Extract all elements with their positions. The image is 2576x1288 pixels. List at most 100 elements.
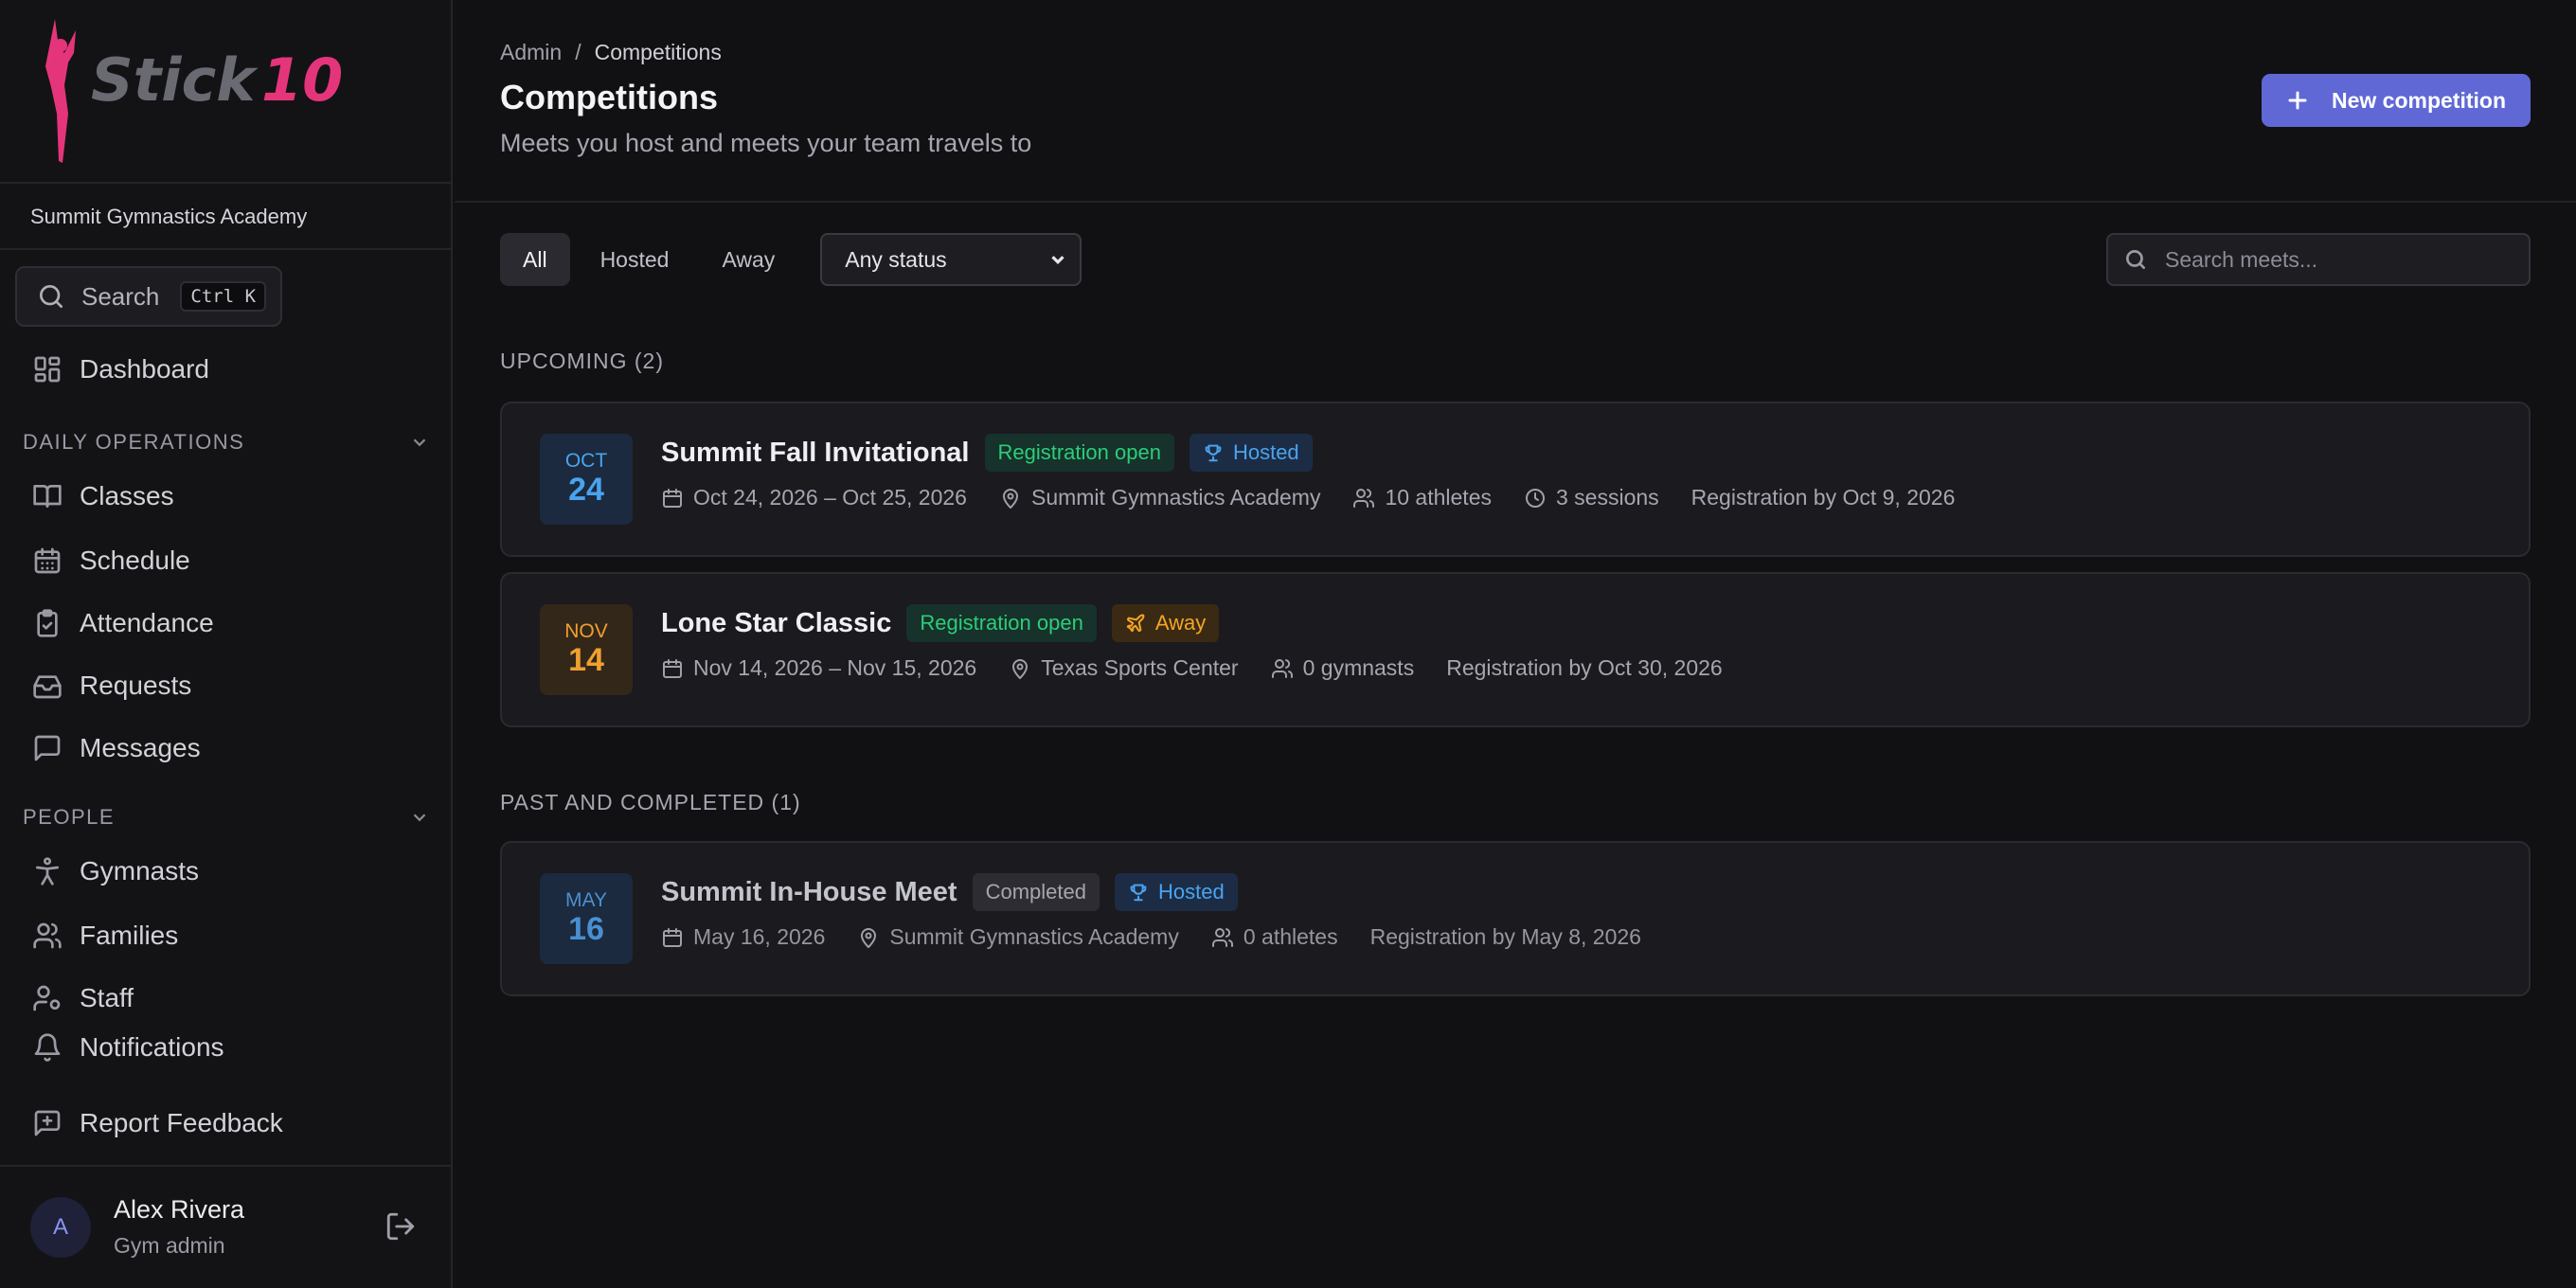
registration-deadline: Registration by May 8, 2026 [1369, 924, 1641, 949]
status-select[interactable]: Any status [820, 233, 1082, 286]
section-upcoming-title: UPCOMING (2) [500, 349, 664, 373]
calendar-icon [663, 927, 682, 947]
search-icon [2125, 249, 2146, 270]
sidebar-item-families[interactable]: Families [32, 921, 178, 951]
sidebar-item-label: Attendance [80, 608, 214, 637]
competition-location: Texas Sports Center [1041, 655, 1239, 680]
logout-icon [386, 1212, 415, 1241]
date-month: MAY [565, 889, 607, 912]
competition-card[interactable]: OCT 24 Summit Fall Invitational Registra… [500, 402, 2531, 557]
search-icon [40, 285, 63, 308]
sidebar-item-label: Gymnasts [80, 856, 200, 886]
sidebar-item-attendance[interactable]: Attendance [32, 608, 214, 638]
competition-card[interactable]: MAY 16 Summit In-House Meet Completed Ho… [500, 841, 2531, 996]
inbox-icon [33, 675, 62, 699]
registration-deadline: Registration by Oct 30, 2026 [1446, 655, 1723, 680]
card-meta: Oct 24, 2026 – Oct 25, 2026 Summit Gymna… [661, 485, 1955, 510]
person-stretch-icon [36, 857, 59, 886]
breadcrumb-separator: / [575, 40, 581, 64]
sidebar-item-label: Families [80, 921, 179, 950]
status-select-value: Any status [845, 246, 947, 272]
new-competition-button[interactable]: New competition [2262, 74, 2531, 127]
type-badge: Hosted [1114, 873, 1238, 911]
search-shortcut: Ctrl K [180, 281, 267, 312]
competition-dates: May 16, 2026 [693, 924, 826, 949]
section-daily-operations[interactable]: DAILY OPERATIONS [23, 430, 430, 455]
divider [455, 201, 2576, 203]
sidebar: Stick 10 Summit Gymnastics Academy Searc… [0, 0, 453, 1288]
competition-sessions: 3 sessions [1555, 485, 1659, 510]
bell-icon [34, 1033, 61, 1062]
chevron-down-icon [1051, 256, 1064, 265]
chevron-down-icon [413, 814, 426, 822]
sidebar-item-classes[interactable]: Classes [32, 481, 174, 511]
dashboard-icon [34, 356, 61, 383]
search-input[interactable] [2165, 246, 2506, 273]
map-pin-icon [1002, 488, 1018, 509]
sidebar-item-label: Staff [80, 983, 134, 1012]
tab-all[interactable]: All [500, 233, 570, 286]
competition-dates: Oct 24, 2026 – Oct 25, 2026 [693, 485, 967, 510]
avatar[interactable]: A [30, 1197, 91, 1258]
type-badge: Hosted [1189, 434, 1313, 472]
sidebar-item-gymnasts[interactable]: Gymnasts [32, 856, 199, 886]
sidebar-item-staff[interactable]: Staff [32, 983, 134, 1013]
logout-button[interactable] [385, 1210, 417, 1247]
meets-search [2106, 233, 2531, 286]
sidebar-item-messages[interactable]: Messages [32, 733, 201, 763]
competition-count: 0 gymnasts [1302, 655, 1415, 680]
sidebar-item-label: Dashboard [80, 354, 209, 384]
trophy-icon [1205, 444, 1222, 462]
user-name: Alex Rivera [114, 1195, 245, 1224]
divider [0, 248, 453, 250]
type-badge-label: Hosted [1157, 880, 1225, 903]
main-content: Admin / Competitions Competitions Meets … [455, 0, 2576, 1288]
sidebar-item-requests[interactable]: Requests [32, 671, 191, 701]
calendar-icon [663, 488, 682, 508]
sidebar-search-button[interactable]: Search Ctrl K [15, 266, 282, 327]
sidebar-item-label: Messages [80, 733, 201, 762]
sidebar-item-label: Schedule [80, 546, 190, 575]
plane-icon [1126, 614, 1145, 633]
type-badge-label: Away [1154, 611, 1207, 635]
chevron-down-icon [413, 438, 426, 447]
breadcrumb-admin[interactable]: Admin [500, 40, 562, 65]
page-title: Competitions [500, 78, 718, 116]
card-meta: Nov 14, 2026 – Nov 15, 2026 Texas Sports… [661, 655, 1723, 681]
sidebar-item-notifications[interactable]: Notifications [32, 1032, 224, 1063]
clock-icon [1525, 488, 1545, 508]
user-cog-icon [33, 985, 61, 1011]
svg-text:Stick: Stick [91, 45, 259, 115]
status-badge: Registration open [984, 434, 1174, 472]
tab-hosted[interactable]: Hosted [578, 233, 692, 286]
users-icon [1271, 658, 1293, 678]
card-meta: May 16, 2026 Summit Gymnastics Academy 0… [661, 924, 1641, 950]
sidebar-item-report-feedback[interactable]: Report Feedback [32, 1108, 283, 1138]
competition-count: 10 athletes [1385, 485, 1492, 510]
card-title-row: Summit In-House Meet Completed Hosted [661, 873, 1238, 911]
competition-location: Summit Gymnastics Academy [889, 924, 1179, 949]
stick10-logo[interactable]: Stick 10 [27, 19, 349, 170]
sidebar-item-label: Notifications [80, 1032, 224, 1062]
filter-bar: All Hosted Away Any status [500, 233, 1082, 286]
tab-away[interactable]: Away [699, 233, 797, 286]
map-pin-icon [861, 927, 877, 948]
status-badge: Registration open [906, 604, 1097, 642]
type-badge-label: Hosted [1232, 440, 1299, 464]
users-icon [1211, 927, 1233, 947]
card-title-row: Lone Star Classic Registration open Away [661, 604, 1220, 642]
competition-name: Summit Fall Invitational [661, 437, 970, 468]
sidebar-item-label: Requests [80, 671, 192, 700]
search-label: Search [81, 281, 160, 311]
card-title-row: Summit Fall Invitational Registration op… [661, 434, 1313, 472]
breadcrumb-current: Competitions [594, 40, 722, 64]
message-square-icon [34, 735, 61, 761]
competition-location: Summit Gymnastics Academy [1030, 485, 1321, 510]
type-badge: Away [1111, 604, 1220, 642]
sidebar-item-dashboard[interactable]: Dashboard [32, 354, 209, 385]
competition-name: Lone Star Classic [661, 607, 892, 638]
competition-count: 0 athletes [1243, 924, 1338, 949]
sidebar-item-schedule[interactable]: Schedule [32, 546, 190, 576]
section-people[interactable]: PEOPLE [23, 805, 430, 830]
competition-card[interactable]: NOV 14 Lone Star Classic Registration op… [500, 572, 2531, 727]
